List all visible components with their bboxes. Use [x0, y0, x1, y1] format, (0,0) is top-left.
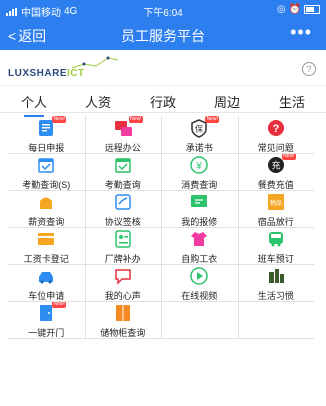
- help-icon[interactable]: ?: [302, 62, 316, 76]
- locker-icon: [115, 305, 130, 321]
- dorm-release-icon: 物品: [267, 194, 284, 210]
- service-item[interactable]: 保 New! 承诺书: [161, 116, 238, 153]
- voice-icon: [115, 269, 131, 285]
- service-item[interactable]: 考勤查询: [85, 153, 162, 190]
- new-badge: New!: [52, 301, 67, 308]
- habit-icon: [268, 269, 284, 283]
- tab-bar: 个人 人资 行政 周边 生活: [0, 86, 326, 117]
- service-item[interactable]: 班车预订: [238, 227, 315, 264]
- service-item[interactable]: 厂牌补办: [85, 227, 162, 264]
- new-badge: New!: [52, 116, 67, 123]
- bus-icon: [268, 232, 283, 247]
- tab-nearby[interactable]: 周边: [199, 92, 255, 111]
- tab-life[interactable]: 生活: [264, 92, 320, 111]
- new-badge: New!: [128, 116, 143, 123]
- attendance-s-icon: [38, 158, 54, 173]
- badge-reissue-icon: [115, 230, 131, 248]
- svg-text:物品: 物品: [270, 199, 282, 207]
- luxshare-logo: LUXSHAREICT: [8, 68, 85, 79]
- service-item[interactable]: 车位申请: [8, 264, 85, 301]
- agreement-icon: [115, 194, 131, 210]
- salary-icon: [40, 197, 53, 209]
- salary-card-icon: [38, 233, 55, 245]
- grid-divider: [84, 116, 86, 338]
- grid-divider: [8, 338, 314, 339]
- service-item[interactable]: 生活习惯: [238, 264, 315, 301]
- tab-admin[interactable]: 行政: [135, 92, 191, 111]
- repair-icon: [191, 195, 208, 207]
- svg-text:¥: ¥: [195, 161, 202, 172]
- brand-bar: LUXSHAREICT ?: [0, 50, 326, 86]
- service-item[interactable]: 储物柜查询: [85, 301, 162, 338]
- faq-icon: ?: [267, 120, 284, 136]
- service-item[interactable]: 我的报修: [161, 190, 238, 227]
- service-item[interactable]: New! 一键开门: [8, 301, 85, 338]
- video-icon: [190, 267, 208, 285]
- tab-personal[interactable]: 个人: [6, 92, 62, 117]
- location-icon: ◎: [276, 4, 286, 15]
- service-item[interactable]: 考勤查询(S): [8, 153, 85, 190]
- header-bar: 中国移动 4G 下午6:04 ◎ ⏰ < 返回 员工服务平台 •••: [0, 0, 326, 50]
- service-item[interactable]: ? 常见问题: [238, 116, 315, 153]
- service-item[interactable]: 自购工衣: [161, 227, 238, 264]
- service-item[interactable]: 充 New! 餐费充值: [238, 153, 315, 190]
- service-item[interactable]: 在线视频: [161, 264, 238, 301]
- status-bar: 中国移动 4G 下午6:04 ◎ ⏰: [0, 0, 326, 20]
- service-item[interactable]: 工资卡登记: [8, 227, 85, 264]
- service-item[interactable]: 物品 宿品放行: [238, 190, 315, 227]
- new-badge: New!: [281, 153, 296, 160]
- service-item[interactable]: ¥ 消费查询: [161, 153, 238, 190]
- service-item[interactable]: 协议签核: [85, 190, 162, 227]
- attendance-icon: [115, 158, 131, 173]
- service-item[interactable]: 薪资查询: [8, 190, 85, 227]
- svg-text:保: 保: [195, 124, 203, 134]
- new-badge: New!: [205, 116, 220, 123]
- parking-icon: [39, 272, 54, 284]
- tab-hr[interactable]: 人资: [70, 92, 126, 111]
- alarm-icon: ⏰: [288, 4, 301, 15]
- grid-divider: [161, 116, 162, 338]
- more-button[interactable]: •••: [290, 22, 312, 43]
- service-item[interactable]: New! 远程办公: [85, 116, 162, 153]
- service-item[interactable]: New! 每日申报: [8, 116, 85, 153]
- battery-icon: [304, 5, 320, 14]
- grid-divider: [237, 116, 239, 338]
- svg-text:充: 充: [271, 160, 280, 172]
- consumption-icon: ¥: [190, 156, 208, 174]
- svg-text:?: ?: [272, 123, 279, 135]
- page-title: 员工服务平台: [121, 28, 205, 44]
- uniform-icon: [191, 232, 208, 246]
- service-item[interactable]: 我的心声: [85, 264, 162, 301]
